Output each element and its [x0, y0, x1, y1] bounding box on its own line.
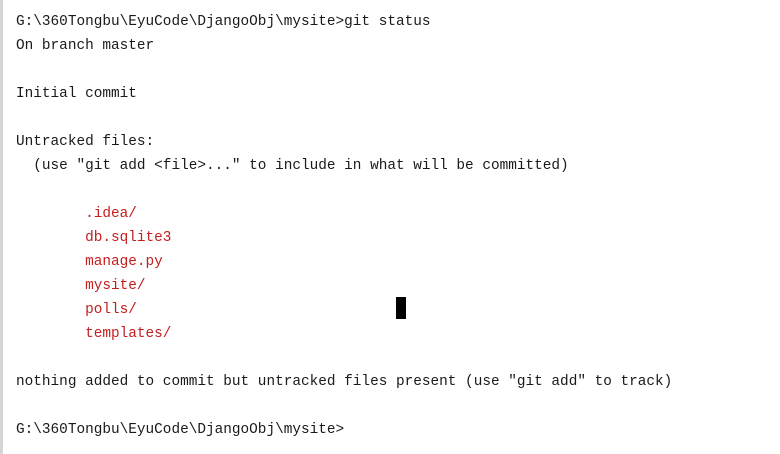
untracked-file-line: .idea/: [16, 206, 137, 222]
untracked-file-line: polls/: [16, 302, 137, 318]
untracked-file-line: db.sqlite3: [16, 230, 172, 246]
text-cursor: [396, 297, 406, 319]
untracked-file-line: manage.py: [16, 254, 163, 270]
terminal-line-output: Untracked files:: [16, 134, 155, 150]
untracked-file-line: mysite/: [16, 278, 146, 294]
window-left-border: [0, 0, 3, 454]
terminal-line-prompt: G:\360Tongbu\EyuCode\DjangoObj\mysite>gi…: [16, 14, 431, 30]
terminal-line-output: (use "git add <file>..." to include in w…: [16, 158, 569, 174]
terminal-line-output: On branch master: [16, 38, 155, 54]
terminal-line-output: Initial commit: [16, 86, 137, 102]
untracked-file-line: templates/: [16, 326, 172, 342]
terminal-line-prompt[interactable]: G:\360Tongbu\EyuCode\DjangoObj\mysite>: [16, 418, 344, 442]
terminal-window[interactable]: G:\360Tongbu\EyuCode\DjangoObj\mysite>gi…: [0, 0, 780, 454]
terminal-line-output: nothing added to commit but untracked fi…: [16, 374, 673, 390]
